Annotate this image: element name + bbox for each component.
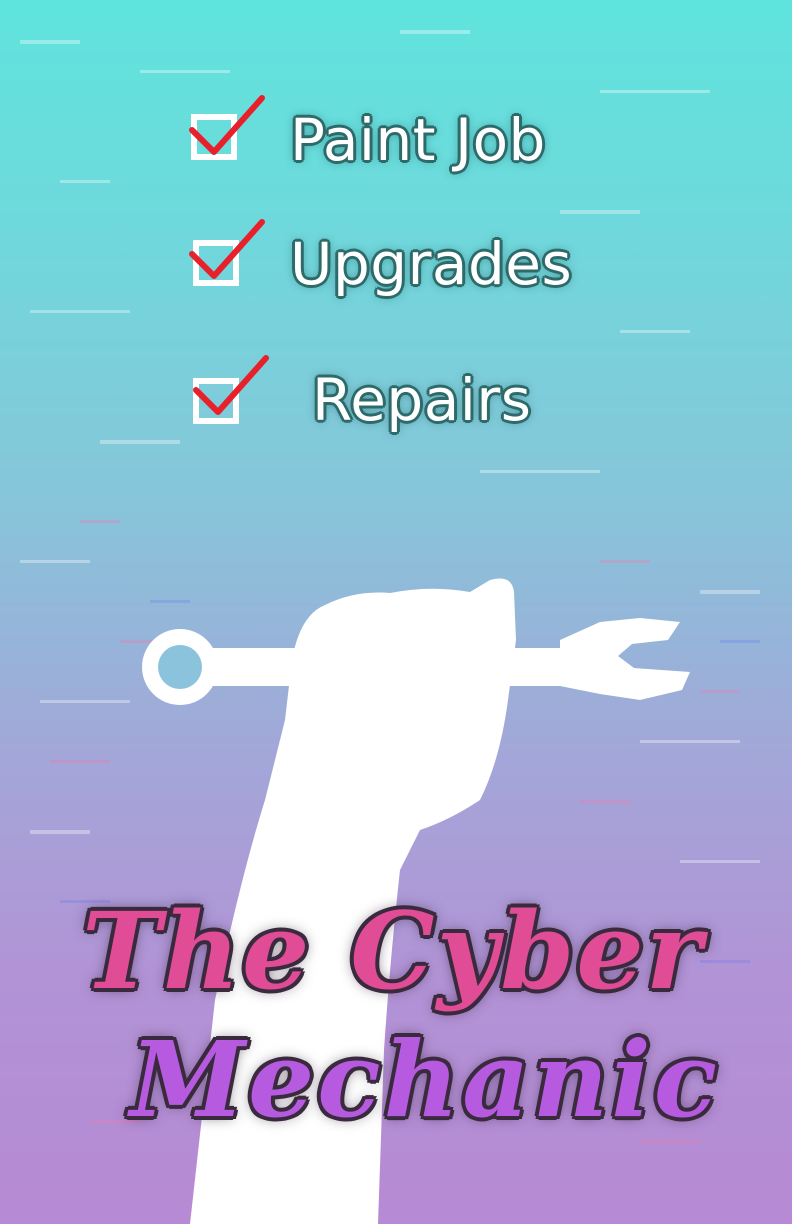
logo-title-line-2: Mechanic (130, 1018, 721, 1141)
logo-title-line-1: The Cyber (82, 888, 704, 1013)
poster: Paint Job Upgrades Repairs The Cyber Mec… (0, 0, 792, 1224)
